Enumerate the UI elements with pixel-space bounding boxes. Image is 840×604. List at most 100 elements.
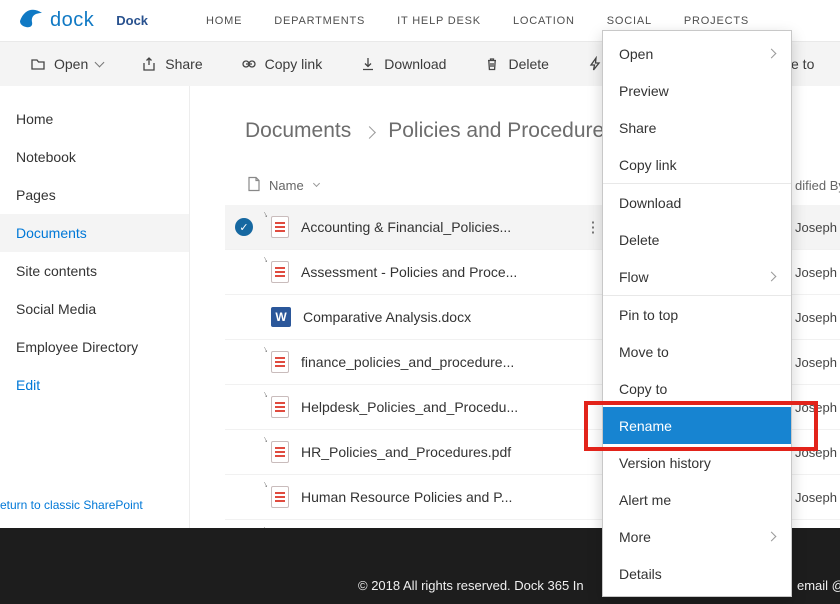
modified-by-value: Joseph: [795, 265, 837, 280]
nav-item-departments[interactable]: DEPARTMENTS: [274, 15, 365, 27]
pdf-file-icon: [271, 486, 289, 508]
nav-item-social[interactable]: SOCIAL: [607, 15, 652, 27]
file-name[interactable]: finance_policies_and_procedure...: [301, 354, 514, 370]
nav-item-projects[interactable]: PROJECTS: [684, 15, 749, 27]
menu-item-version-history[interactable]: Version history: [603, 444, 791, 481]
row-checkbox[interactable]: [235, 263, 253, 281]
delete-button[interactable]: Delete: [484, 56, 548, 72]
file-name[interactable]: Comparative Analysis.docx: [303, 309, 471, 325]
breadcrumb-documents[interactable]: Documents: [245, 119, 351, 143]
menu-item-details[interactable]: Details: [603, 555, 791, 592]
nav-item-home[interactable]: HOME: [206, 15, 242, 27]
modified-by-value: Joseph: [795, 220, 837, 235]
file-name[interactable]: Helpdesk_Policies_and_Procedu...: [301, 399, 518, 415]
menu-item-copy-link[interactable]: Copy link: [603, 146, 791, 183]
copyright-text: © 2018 All rights reserved. Dock 365 In: [358, 578, 584, 593]
file-context-menu: Open Preview Share Copy link Download De…: [602, 30, 792, 597]
download-button[interactable]: Download: [360, 56, 446, 72]
row-checkbox[interactable]: [235, 353, 253, 371]
pdf-file-icon: [271, 261, 289, 283]
submenu-chevron-icon: [767, 532, 777, 542]
submenu-chevron-icon: [767, 272, 777, 282]
file-name[interactable]: Accounting & Financial_Policies...: [301, 219, 511, 235]
dock-logo[interactable]: dock Dock: [0, 6, 148, 35]
sidebar-item-employee-directory[interactable]: Employee Directory: [0, 328, 189, 366]
shortcut-arrow-icon: ↓: [261, 209, 269, 220]
sort-chevron-icon: [313, 180, 320, 187]
row-checkbox[interactable]: [235, 308, 253, 326]
breadcrumb-current-folder[interactable]: Policies and Procedures: [388, 119, 614, 143]
sidebar-item-notebook[interactable]: Notebook: [0, 138, 189, 176]
row-checkbox[interactable]: [235, 443, 253, 461]
sidebar-item-pages[interactable]: Pages: [0, 176, 189, 214]
return-to-classic-link[interactable]: eturn to classic SharePoint: [0, 498, 143, 512]
menu-item-more[interactable]: More: [603, 518, 791, 555]
download-icon: [360, 56, 376, 72]
menu-item-rename[interactable]: Rename: [603, 407, 791, 444]
dock-bird-icon: [18, 6, 44, 35]
sidebar-item-social-media[interactable]: Social Media: [0, 290, 189, 328]
menu-item-alert-me[interactable]: Alert me: [603, 481, 791, 518]
file-icon-wrap: ↓: [271, 351, 289, 373]
file-icon-wrap: ↓: [271, 486, 289, 508]
menu-item-open[interactable]: Open: [603, 35, 791, 72]
row-checkbox[interactable]: [235, 488, 253, 506]
check-icon: ✓: [235, 218, 253, 236]
delete-icon: [484, 56, 500, 72]
file-name[interactable]: HR_Policies_and_Procedures.pdf: [301, 444, 511, 460]
modified-by-column-header[interactable]: dified By: [795, 178, 840, 193]
modified-by-value: Joseph: [795, 400, 837, 415]
chevron-down-icon: [95, 58, 105, 68]
shortcut-arrow-icon: ↓: [261, 344, 269, 355]
open-button[interactable]: Open: [30, 56, 103, 72]
word-file-icon: W: [271, 307, 291, 327]
open-icon: [30, 56, 46, 72]
shortcut-arrow-icon: ↓: [261, 254, 269, 265]
share-button[interactable]: Share: [141, 56, 202, 72]
pdf-file-icon: [271, 216, 289, 238]
file-icon-wrap: W: [271, 307, 291, 327]
top-nav-items: HOME DEPARTMENTS IT HELP DESK LOCATION S…: [206, 15, 749, 27]
menu-item-delete[interactable]: Delete: [603, 221, 791, 258]
move-to-button-truncated[interactable]: e to: [791, 42, 814, 86]
share-icon: [141, 56, 157, 72]
file-type-column-icon: [247, 176, 261, 195]
shortcut-arrow-icon: ↓: [261, 389, 269, 400]
more-options-icon[interactable]: ⋮: [585, 218, 601, 236]
menu-item-share[interactable]: Share: [603, 109, 791, 146]
modified-by-value: Joseph: [795, 310, 837, 325]
copy-link-icon: [241, 56, 257, 72]
row-checkbox[interactable]: [235, 398, 253, 416]
portal-name: Dock: [116, 13, 148, 28]
menu-item-preview[interactable]: Preview: [603, 72, 791, 109]
file-name[interactable]: Human Resource Policies and P...: [301, 489, 512, 505]
nav-item-it-help-desk[interactable]: IT HELP DESK: [397, 15, 481, 27]
shortcut-arrow-icon: ↓: [261, 434, 269, 445]
menu-item-move-to[interactable]: Move to: [603, 333, 791, 370]
file-icon-wrap: ↓: [271, 441, 289, 463]
menu-item-pin-to-top[interactable]: Pin to top: [603, 296, 791, 333]
name-column-header[interactable]: Name: [269, 178, 304, 193]
sidebar-item-edit[interactable]: Edit: [0, 366, 189, 404]
sidebar-item-site-contents[interactable]: Site contents: [0, 252, 189, 290]
menu-item-copy-to[interactable]: Copy to: [603, 370, 791, 407]
file-icon-wrap: ↓: [271, 396, 289, 418]
sidebar-item-documents[interactable]: Documents: [0, 214, 189, 252]
sidebar-item-home[interactable]: Home: [0, 100, 189, 138]
breadcrumb: Documents Policies and Procedures: [245, 119, 615, 143]
submenu-chevron-icon: [767, 49, 777, 59]
menu-item-flow[interactable]: Flow: [603, 258, 791, 295]
modified-by-value: Joseph: [795, 490, 837, 505]
logo-text: dock: [50, 9, 94, 32]
row-checkbox[interactable]: ✓: [235, 218, 253, 236]
pdf-file-icon: [271, 351, 289, 373]
menu-item-download[interactable]: Download: [603, 184, 791, 221]
nav-item-location[interactable]: LOCATION: [513, 15, 575, 27]
file-name[interactable]: Assessment - Policies and Proce...: [301, 264, 517, 280]
footer-email-text: email @: [797, 578, 840, 593]
modified-by-value: Joseph: [795, 355, 837, 370]
pdf-file-icon: [271, 396, 289, 418]
flow-icon: [587, 56, 603, 72]
copy-link-button[interactable]: Copy link: [241, 56, 323, 72]
shortcut-arrow-icon: ↓: [261, 479, 269, 490]
